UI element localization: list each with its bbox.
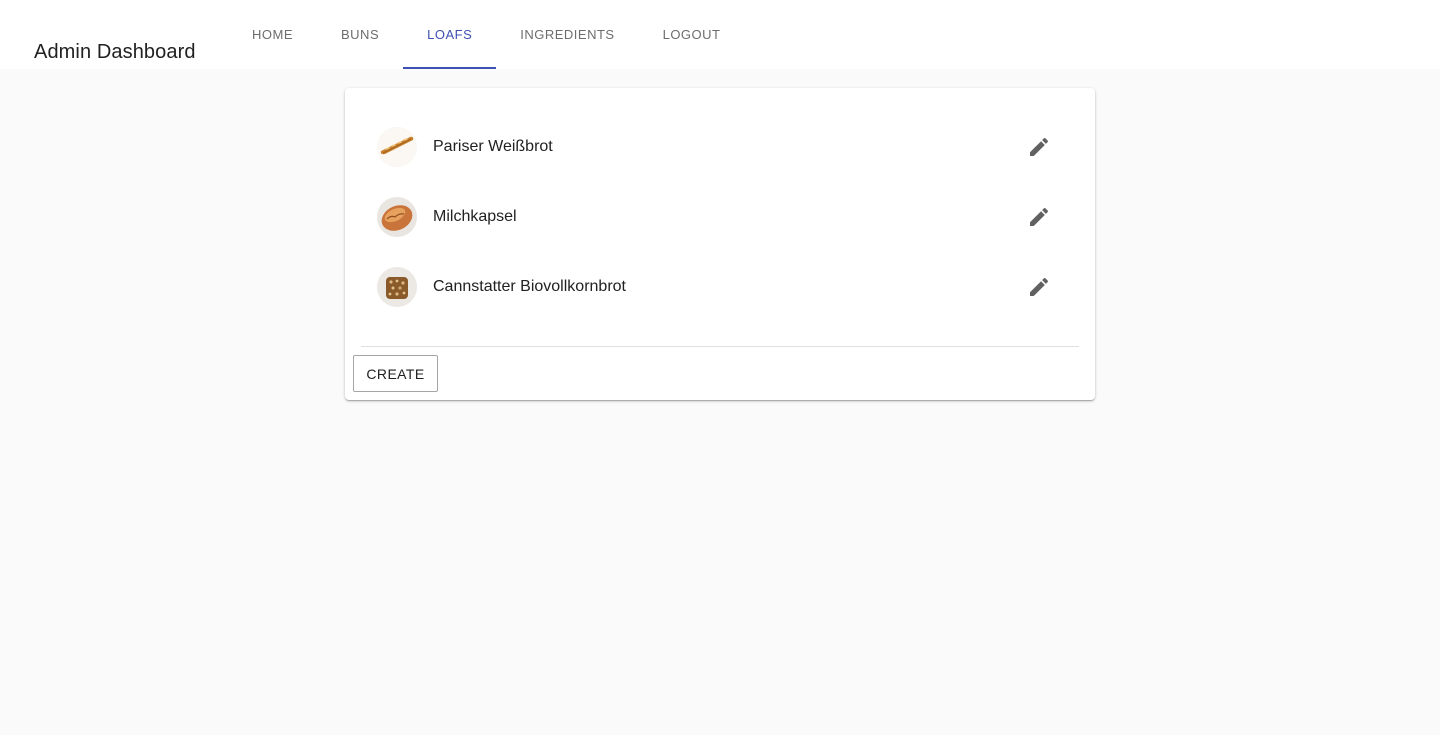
edit-button[interactable]	[1015, 123, 1063, 171]
item-name: Milchkapsel	[433, 208, 517, 225]
edit-button[interactable]	[1015, 263, 1063, 311]
baguette-image	[377, 127, 417, 167]
create-button[interactable]: CREATE	[353, 355, 438, 392]
list-item[interactable]: Milchkapsel	[361, 182, 1079, 252]
tab-label: HOME	[252, 27, 293, 42]
divider	[361, 346, 1079, 347]
nav-tabs: HOME BUNS LOAFS INGREDIENTS LOGOUT	[228, 0, 745, 69]
item-name: Pariser Weißbrot	[433, 138, 553, 155]
milk-loaf-image	[377, 197, 417, 237]
tab-ingredients[interactable]: INGREDIENTS	[496, 0, 638, 69]
wholegrain-bread-image	[377, 267, 417, 307]
tab-label: LOAFS	[427, 27, 473, 42]
app-bar: Admin Dashboard HOME BUNS LOAFS INGREDIE…	[0, 0, 1440, 69]
tab-label: INGREDIENTS	[520, 27, 615, 42]
loafs-list: Pariser Weißbrot Milchkapsel Cannstatter…	[361, 112, 1079, 322]
tab-label: BUNS	[341, 27, 380, 42]
tab-logout[interactable]: LOGOUT	[639, 0, 745, 69]
app-title: Admin Dashboard	[34, 41, 196, 63]
edit-button[interactable]	[1015, 193, 1063, 241]
list-item[interactable]: Pariser Weißbrot	[361, 112, 1079, 182]
item-name: Cannstatter Biovollkornbrot	[433, 278, 626, 295]
loafs-card: Pariser Weißbrot Milchkapsel Cannstatter…	[345, 88, 1095, 400]
pencil-icon	[1030, 137, 1049, 156]
pencil-icon	[1030, 207, 1049, 226]
tab-home[interactable]: HOME	[228, 0, 317, 69]
list-item[interactable]: Cannstatter Biovollkornbrot	[361, 252, 1079, 322]
tab-loafs[interactable]: LOAFS	[403, 0, 497, 69]
pencil-icon	[1030, 277, 1049, 296]
tab-label: LOGOUT	[662, 27, 721, 42]
tab-buns[interactable]: BUNS	[317, 0, 403, 69]
